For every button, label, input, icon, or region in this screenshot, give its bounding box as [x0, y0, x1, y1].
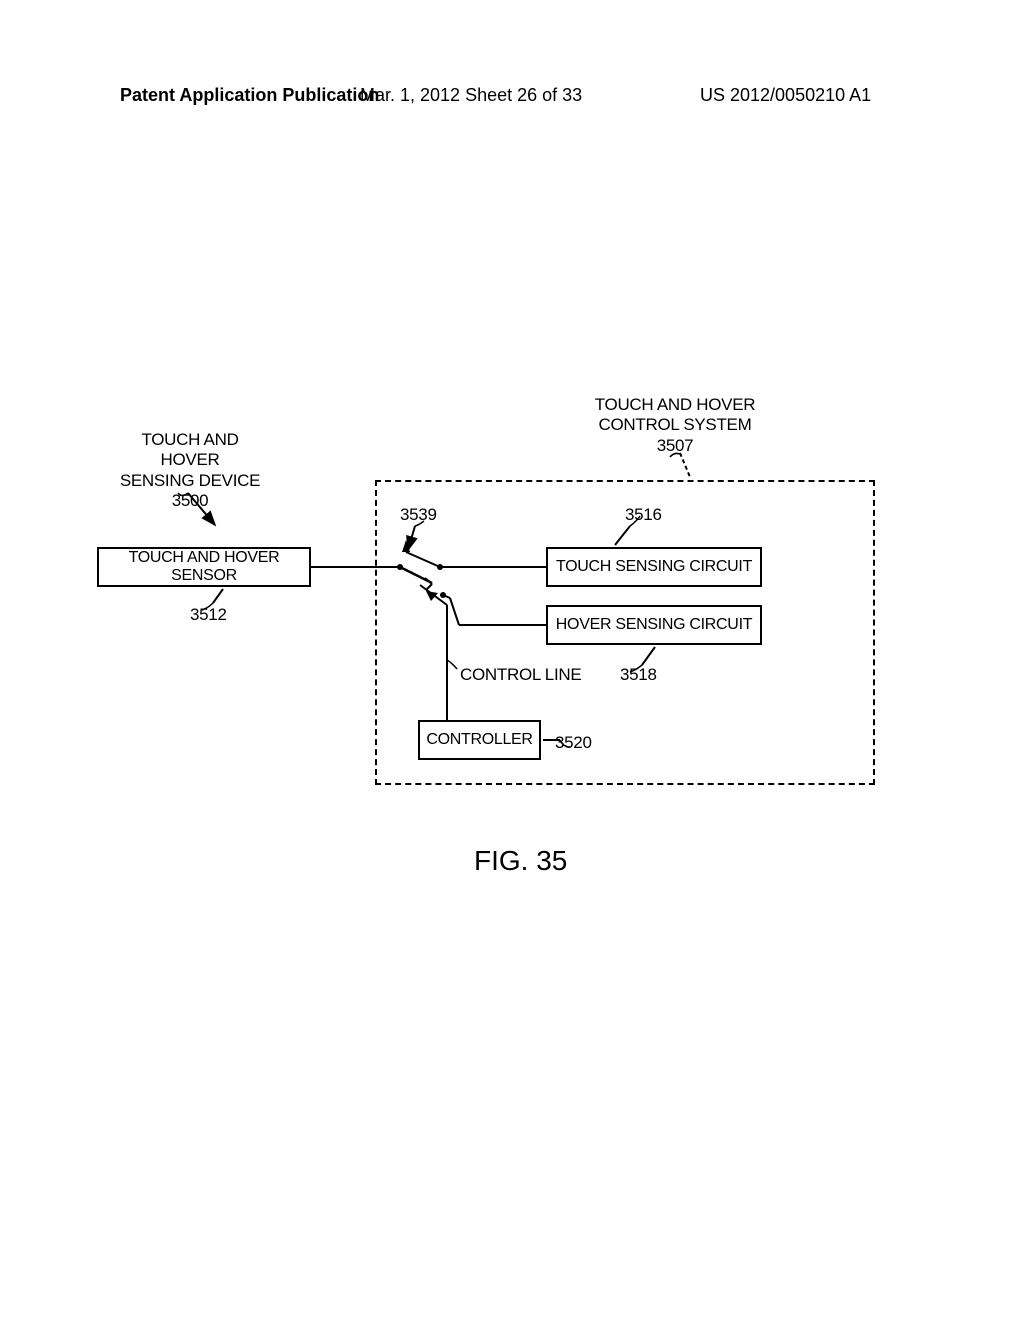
header-publication-number: US 2012/0050210 A1	[700, 85, 871, 106]
diagram-connections	[0, 380, 1024, 880]
header-date-sheet: Mar. 1, 2012 Sheet 26 of 33	[360, 85, 582, 106]
figure-caption: FIG. 35	[474, 845, 567, 877]
header-publication-type: Patent Application Publication	[120, 85, 379, 106]
